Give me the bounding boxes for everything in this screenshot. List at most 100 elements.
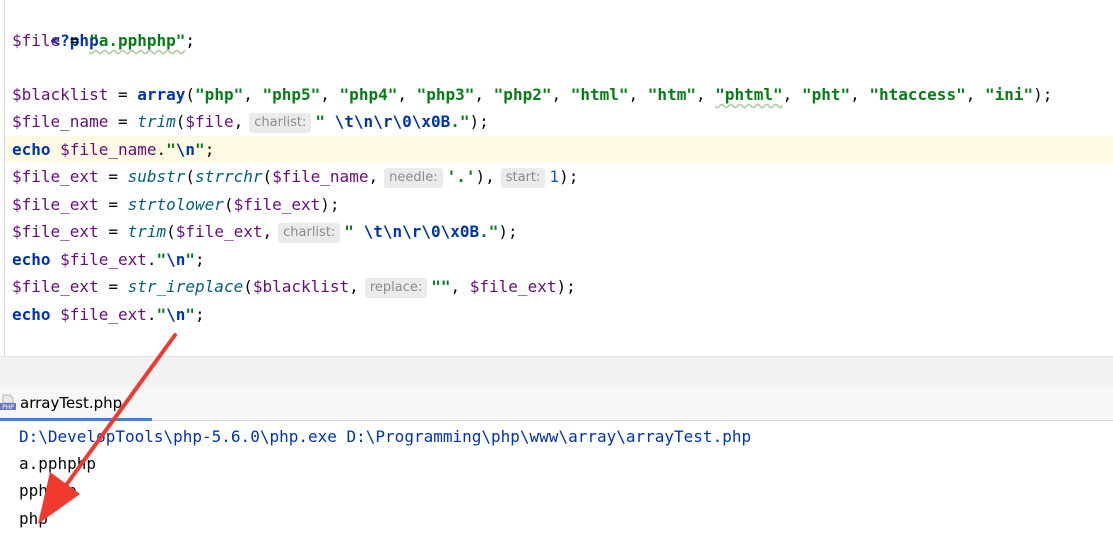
assign-op: = xyxy=(98,222,128,241)
string-literal: '.' xyxy=(446,167,476,186)
assign-op: = xyxy=(98,195,128,214)
var-file-ext: $file_ext xyxy=(12,195,99,214)
param-hint-needle: needle: xyxy=(384,168,443,188)
echo-keyword: echo xyxy=(12,250,51,269)
string-end: " xyxy=(195,140,205,159)
param-hint-charlist: charlist: xyxy=(249,113,312,133)
param-hint-replace: replace: xyxy=(364,278,428,298)
concat-op: . xyxy=(146,250,157,269)
blacklist-item: "pht" xyxy=(801,85,851,104)
blacklist-item: "php4" xyxy=(339,85,398,104)
var-file-name: $file_name xyxy=(50,140,157,159)
var-blacklist: $blacklist xyxy=(12,85,109,104)
console-output-line: php xyxy=(19,509,48,528)
number-literal: 1 xyxy=(549,167,560,186)
concat-op: . xyxy=(146,305,157,324)
fn-trim: trim xyxy=(137,112,176,131)
semicolon: ; xyxy=(185,31,196,50)
run-tool-window-tabbar: PHP arrayTest.php xyxy=(0,386,1113,421)
escape-sequence: \t\n\r\0\x0B xyxy=(334,112,451,131)
php-file-icon: PHP xyxy=(0,394,16,410)
param-hint-charlist: charlist: xyxy=(278,223,341,243)
paren-close: ); xyxy=(1033,85,1053,104)
assign-op: = xyxy=(60,31,90,50)
assign-op: = xyxy=(108,85,138,104)
echo-keyword: echo xyxy=(12,305,51,324)
blacklist-item: "php2" xyxy=(493,85,552,104)
code-line-10[interactable]: echo $file_ext."\n"; xyxy=(12,246,205,273)
string-quote: " xyxy=(166,140,176,159)
statement-end: ); xyxy=(498,222,518,241)
statement-end: ); xyxy=(320,195,340,214)
var-file: $file xyxy=(12,31,61,50)
blacklist-item: "htaccess" xyxy=(869,85,966,104)
string-quote: " xyxy=(344,222,364,241)
code-line-12[interactable]: echo $file_ext."\n"; xyxy=(12,301,205,328)
string-literal: "a.pphphp" xyxy=(89,31,186,50)
arg-var: $file_ext xyxy=(175,222,263,241)
run-tab-label: arrayTest.php xyxy=(20,394,123,412)
arg-var: $blacklist xyxy=(252,277,350,296)
param-hint-start: start: xyxy=(500,168,546,188)
string-quote: " xyxy=(156,305,167,324)
string-quote: " xyxy=(156,250,167,269)
escape-sequence: \n xyxy=(166,250,186,269)
panel-splitter[interactable] xyxy=(0,356,1113,387)
editor-gutter-border xyxy=(4,0,5,356)
concat-op: . xyxy=(156,140,167,159)
array-keyword: array xyxy=(137,85,186,104)
fn-trim: trim xyxy=(127,222,167,241)
fn-str-ireplace: str_ireplace xyxy=(127,277,244,296)
code-line-2[interactable]: $file = "a.pphphp"; xyxy=(12,27,195,54)
code-line-8[interactable]: $file_ext = strtolower($file_ext); xyxy=(12,191,340,218)
var-file-ext: $file_ext xyxy=(12,222,99,241)
escape-sequence: \t\n\r\0\x0B xyxy=(363,222,480,241)
blacklist-item: "php" xyxy=(195,85,244,104)
arg-var: $file xyxy=(185,112,234,131)
string-quote: " xyxy=(315,112,335,131)
code-line-1[interactable]: <?php xyxy=(12,0,99,50)
paren-open: ( xyxy=(185,85,196,104)
escape-sequence: \n xyxy=(166,305,186,324)
console-output-line: a.pphphp xyxy=(19,454,97,473)
var-file-name: $file_name xyxy=(12,112,109,131)
escape-sequence: \n xyxy=(175,140,196,159)
blacklist-item: "phtml" xyxy=(715,85,783,104)
code-line-4[interactable]: $blacklist = array("php", "php5", "php4"… xyxy=(12,81,1052,108)
code-line-9[interactable]: $file_ext = trim($file_ext, charlist: " \t… xyxy=(12,218,518,245)
code-line-5[interactable]: $file_name = trim($file, charlist: " \t\n\… xyxy=(12,108,489,135)
arg-var: $file_name xyxy=(272,167,369,186)
blacklist-item: "html" xyxy=(570,85,629,104)
blacklist-item: "php3" xyxy=(416,85,475,104)
code-editor[interactable]: <?php $file = "a.pphphp"; $blacklist = a… xyxy=(0,0,1113,356)
console-command-line: D:\DevelopTools\php-5.6.0\php.exe D:\Pro… xyxy=(19,427,752,446)
fn-substr: substr xyxy=(127,167,186,186)
assign-op: = xyxy=(108,112,138,131)
run-tab[interactable]: PHP arrayTest.php xyxy=(0,386,152,421)
blacklist-item: "htm" xyxy=(647,85,696,104)
var-file-ext: $file_ext xyxy=(12,167,99,186)
echo-keyword: echo xyxy=(12,140,51,159)
statement-end: ); xyxy=(556,277,576,296)
fn-strrchr: strrchr xyxy=(195,167,263,186)
arg-var: $file_ext xyxy=(233,195,321,214)
string-end: " xyxy=(185,250,196,269)
code-line-7[interactable]: $file_ext = substr(strrchr($file_name, ne… xyxy=(12,163,578,190)
run-console[interactable]: D:\DevelopTools\php-5.6.0\php.exe D:\Pro… xyxy=(0,421,1113,540)
var-file-ext: $file_ext xyxy=(12,277,99,296)
arg-var: $file_ext xyxy=(469,277,557,296)
code-line-11[interactable]: $file_ext = str_ireplace($blacklist, repl… xyxy=(12,273,576,300)
console-output-line: pphphp xyxy=(19,481,77,500)
var-file-ext: $file_ext xyxy=(50,250,147,269)
blacklist-item: "ini" xyxy=(984,85,1034,104)
blacklist-item: "php5" xyxy=(262,85,321,104)
statement-end: ); xyxy=(559,167,579,186)
statement-end: ); xyxy=(469,112,489,131)
assign-op: = xyxy=(98,277,128,296)
fn-strtolower: strtolower xyxy=(127,195,224,214)
semicolon: ; xyxy=(195,305,205,324)
svg-text:PHP: PHP xyxy=(2,404,14,410)
string-literal: "" xyxy=(431,277,451,296)
code-line-6[interactable]: echo $file_name."\n"; xyxy=(12,136,214,163)
string-end: ." xyxy=(450,112,470,131)
